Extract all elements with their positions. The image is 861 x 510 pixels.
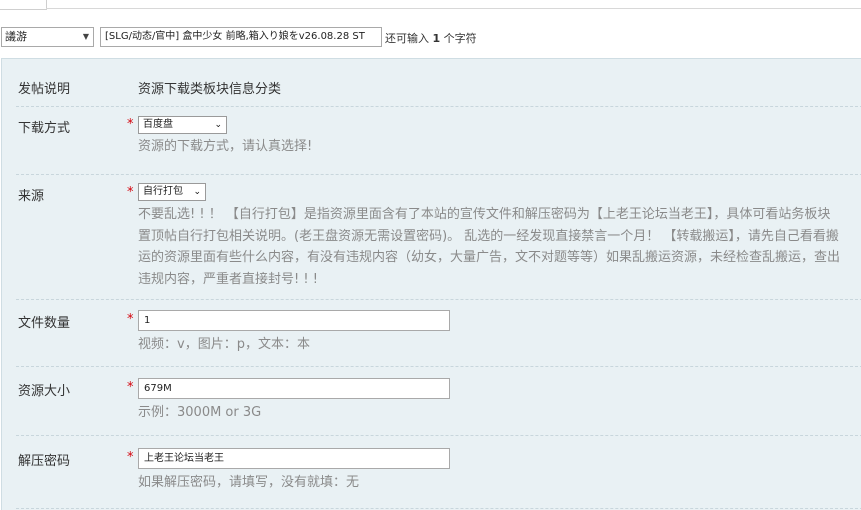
resource-size-input[interactable]: 679M [138,378,450,399]
row-post-info: 发帖说明 资源下载类板块信息分类 [16,59,861,107]
row-download-method: 下载方式 * 百度盘 ⌄ 资源的下载方式，请认真选择! [16,106,861,175]
download-method-hint: 资源的下载方式，请认真选择! [138,139,313,154]
unzip-password-input[interactable]: 上老王论坛当老王 [138,448,450,469]
chevron-down-icon: ▼ [82,32,89,41]
row-file-count: 文件数量 * 1 视频：v，图片：p，文本：本 [16,299,861,367]
counter-prefix: 还可输入 [385,32,429,45]
required-mark: * [127,117,134,132]
required-mark: * [127,312,134,327]
source-label: 来源 [18,189,45,204]
source-hint-line: 不要乱选! ! ！ 【自行打包】是指资源里面含有了本站的宣传文件和解压密码为【上… [138,207,831,222]
thread-title-input[interactable]: [SLG/动态/官中] 盒中少女 前略,箱入り娘をv26.08.28 ST [100,27,382,47]
post-info-value: 资源下载类板块信息分类 [138,82,282,97]
required-mark: * [127,450,134,465]
download-method-value: 百度盘 [143,119,173,130]
row-resource-size: 资源大小 * 679M 示例：3000M or 3G [16,366,861,436]
row-unzip-password: 解压密码 * 上老王论坛当老王 如果解压密码，请填写，没有就填：无 [16,435,861,509]
source-value: 自行打包 [143,186,183,197]
download-method-label: 下载方式 [18,121,71,136]
counter-suffix: 个字符 [443,32,477,45]
unzip-password-hint: 如果解压密码，请填写，没有就填：无 [138,475,360,490]
thread-type-select[interactable]: 議游 ▼ [1,27,94,47]
source-select[interactable]: 自行打包 ⌄ [138,183,206,201]
title-char-counter: 还可输入 1 个字符 [385,30,477,46]
required-mark: * [127,380,134,395]
resource-size-hint: 示例：3000M or 3G [138,405,262,420]
post-info-label: 发帖说明 [18,82,71,97]
tab-bar-divider [46,8,861,9]
counter-value: 1 [432,32,441,45]
resource-size-label: 资源大小 [18,384,71,399]
resource-info-panel: 发帖说明 资源下载类板块信息分类 下载方式 * 百度盘 ⌄ 资源的下载方式，请认… [1,58,861,510]
required-mark: * [127,185,134,200]
file-count-input[interactable]: 1 [138,310,450,331]
source-hint: 不要乱选! ! ！ 【自行打包】是指资源里面含有了本站的宣传文件和解压密码为【上… [138,204,861,290]
download-method-select[interactable]: 百度盘 ⌄ [138,116,227,134]
file-count-label: 文件数量 [18,316,71,331]
row-source: 来源 * 自行打包 ⌄ 不要乱选! ! ！ 【自行打包】是指资源里面含有了本站的… [16,174,861,300]
source-hint-line: 置顶帖自行打包相关说明。(老王盘资源无需设置密码)。 乱选的一经发现直接禁言一个… [138,228,839,244]
chevron-down-icon: ⌄ [214,120,222,130]
file-count-hint: 视频：v，图片：p，文本：本 [138,337,310,352]
thread-type-value: 議游 [5,30,27,43]
chevron-down-icon: ⌄ [193,187,201,197]
title-row: 議游 ▼ [SLG/动态/官中] 盒中少女 前略,箱入り娘をv26.08.28 … [0,27,861,47]
source-hint-line: 违规内容，严重者直接封号! ! ! [138,271,318,287]
source-hint-line: 运的资源里面有些什么内容，有没有违规内容（幼女，大量广告，文不对题等等）如果乱搬… [138,250,841,265]
unzip-password-label: 解压密码 [18,454,71,469]
active-tab[interactable] [0,0,47,10]
